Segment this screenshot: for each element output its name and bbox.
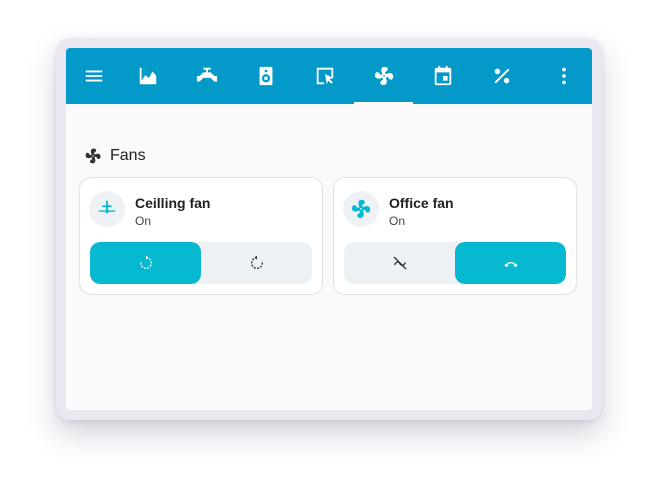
device-state: On (135, 214, 152, 228)
water-valve-icon (196, 67, 218, 82)
oscillation-off-icon (393, 256, 406, 270)
area-chart-icon (139, 67, 157, 85)
calendar-icon (434, 65, 452, 86)
section-title: Fans (110, 147, 146, 164)
active-tab-indicator (354, 102, 413, 104)
fan-icon (352, 199, 371, 218)
device-name: Ceilling fan (135, 195, 211, 211)
app-screen: Fans Ceilling fan On Office fan On (66, 48, 592, 410)
section-header: Fans (84, 145, 146, 167)
oscillation-off-button[interactable] (344, 242, 455, 284)
ceiling-fan-card[interactable]: Ceilling fan On (79, 177, 323, 295)
tab-energy[interactable] (124, 48, 172, 104)
device-name: Office fan (389, 195, 454, 211)
fan-icon (85, 148, 101, 164)
rotate-right-icon (139, 255, 152, 269)
menu-button[interactable] (70, 48, 118, 104)
oscillation-on-button[interactable] (455, 242, 566, 284)
ceiling-fan-icon (98, 200, 116, 214)
rotate-clockwise-button[interactable] (90, 242, 201, 284)
tab-select[interactable] (301, 48, 349, 104)
fan-icon (375, 66, 394, 85)
device-state: On (389, 214, 406, 228)
device-frame: Fans Ceilling fan On Office fan On (56, 38, 602, 420)
percent-icon (494, 68, 510, 84)
direction-control (90, 242, 312, 284)
cursor-select-icon (316, 67, 334, 85)
speaker-icon (259, 66, 273, 86)
tab-fans[interactable] (360, 48, 408, 104)
tab-media[interactable] (242, 48, 290, 104)
ceiling-fan-icon-badge (89, 191, 125, 227)
office-fan-icon-badge (343, 191, 379, 227)
more-options-button[interactable] (540, 48, 588, 104)
oscillation-icon (503, 262, 518, 268)
office-fan-card[interactable]: Office fan On (333, 177, 577, 295)
rotate-left-icon (250, 255, 263, 269)
oscillation-control (344, 242, 566, 284)
rotate-counterclockwise-button[interactable] (201, 242, 312, 284)
tab-percent[interactable] (478, 48, 526, 104)
menu-icon (85, 70, 103, 82)
tab-calendar[interactable] (419, 48, 467, 104)
more-vert-icon (562, 67, 566, 85)
tab-valves[interactable] (183, 48, 231, 104)
top-toolbar (66, 48, 592, 104)
